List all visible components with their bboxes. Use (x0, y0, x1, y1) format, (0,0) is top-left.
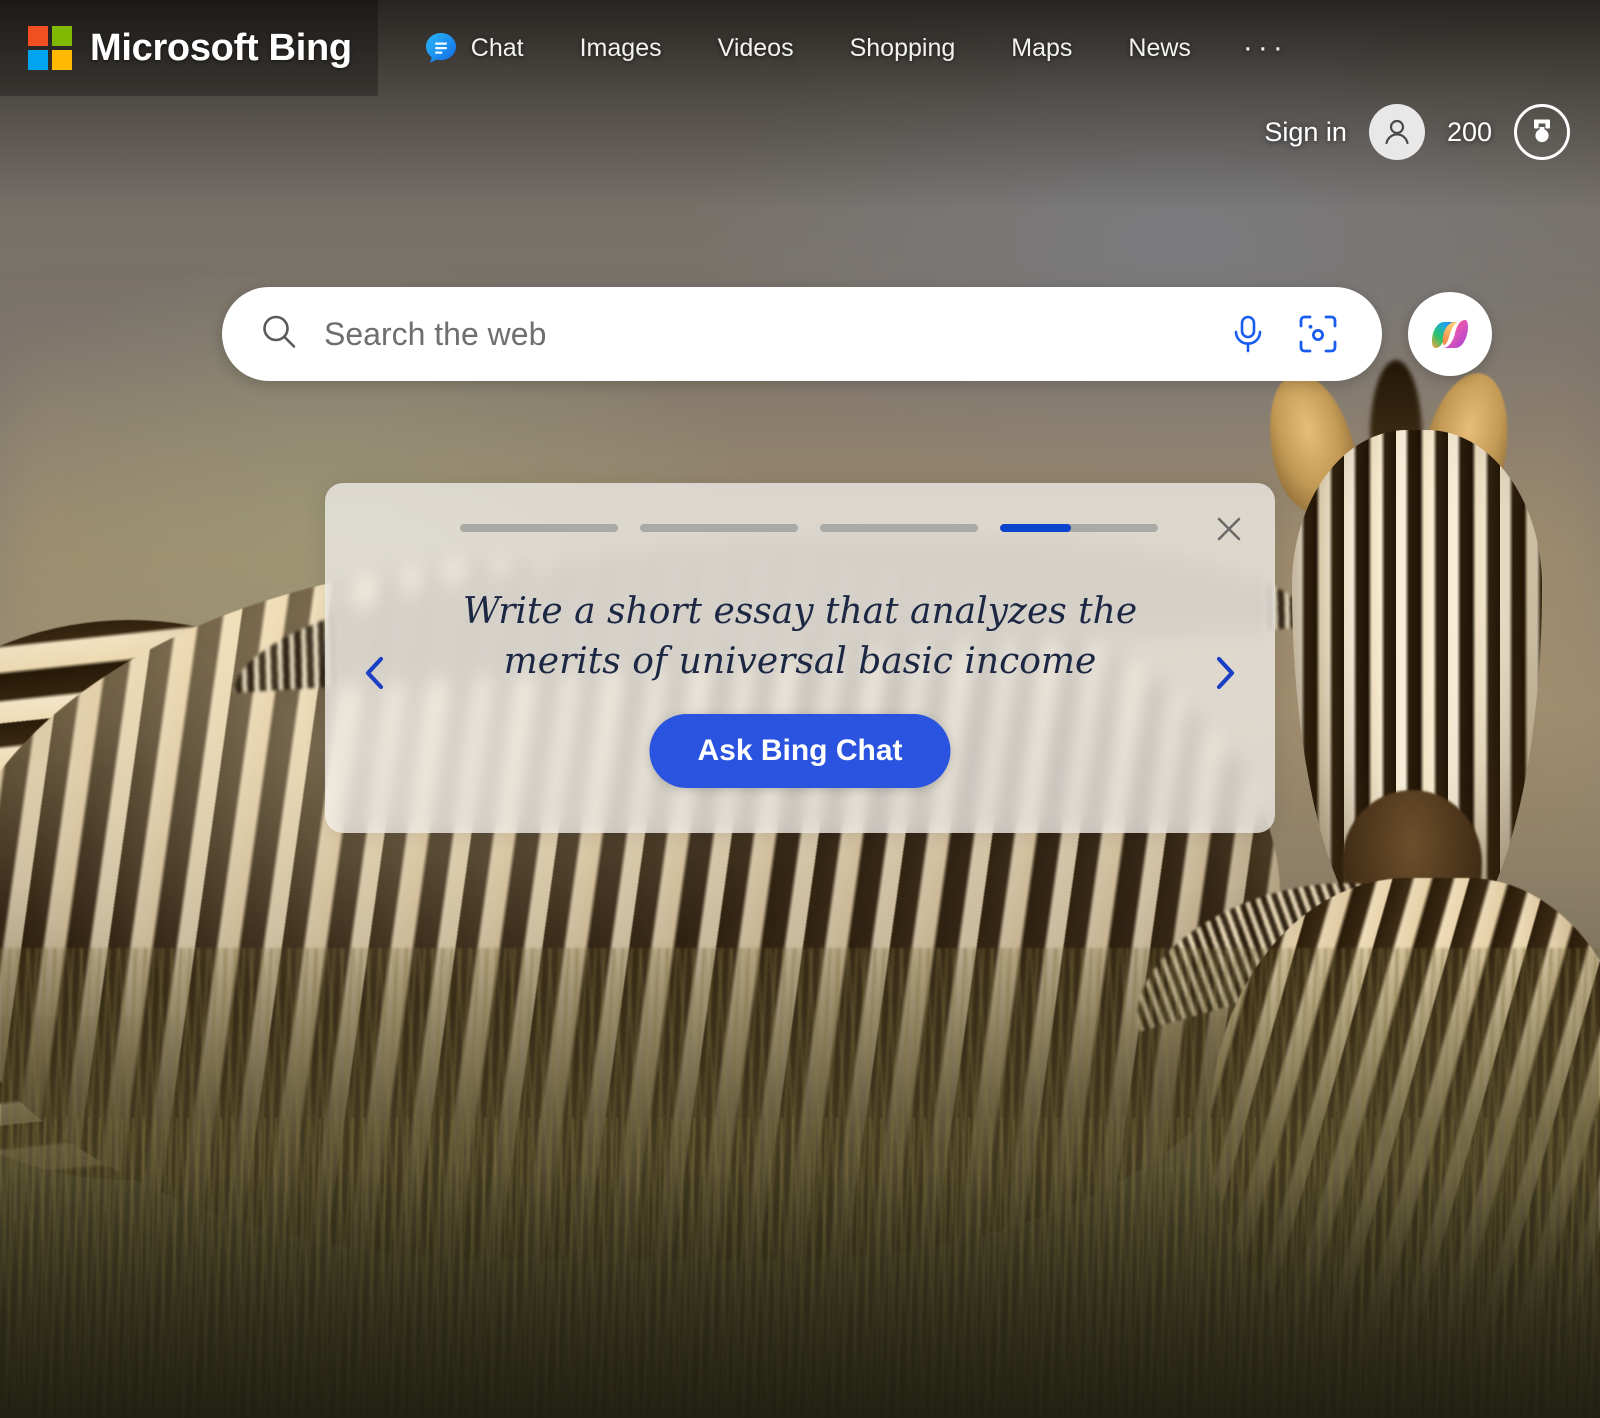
carousel-progress-bar-2[interactable] (640, 524, 798, 532)
close-icon (1214, 514, 1244, 544)
prompt-text: Write a short essay that analyzes the me… (435, 587, 1165, 686)
nav-item-chat[interactable]: Chat (424, 21, 552, 75)
avatar[interactable] (1369, 104, 1425, 160)
primary-navigation: Microsoft Bing (0, 0, 1312, 96)
nav-item-images-label: Images (580, 34, 662, 63)
visual-search-camera-icon[interactable] (1296, 312, 1340, 356)
carousel-progress-bar-4[interactable] (1000, 524, 1158, 532)
nav-item-shopping-label: Shopping (850, 34, 956, 63)
carousel-progress (460, 524, 1158, 532)
carousel-progress-bar-1[interactable] (460, 524, 618, 532)
chat-bubble-icon (424, 31, 458, 65)
nav-item-shopping[interactable]: Shopping (822, 24, 984, 73)
background-grass-shadow (0, 1168, 1600, 1418)
microsoft-logo-icon (28, 26, 72, 70)
nav-item-maps-label: Maps (1011, 34, 1072, 63)
search-area (222, 287, 1492, 381)
nav-item-videos[interactable]: Videos (690, 24, 822, 73)
search-actions (1228, 312, 1352, 356)
copilot-icon (1425, 309, 1475, 359)
prompt-suggestion-card: Write a short essay that analyzes the me… (325, 483, 1275, 833)
brand-name: Microsoft Bing (90, 27, 352, 70)
chevron-left-icon (358, 652, 392, 694)
nav-item-news-label: News (1128, 34, 1191, 63)
copilot-button[interactable] (1408, 292, 1492, 376)
medal-icon (1525, 115, 1559, 149)
nav-links: Chat Images Videos Shopping Maps News ··… (424, 21, 1312, 75)
search-icon (258, 311, 300, 358)
nav-item-chat-label: Chat (471, 34, 524, 63)
nav-item-maps[interactable]: Maps (983, 24, 1100, 73)
rewards-points-count: 200 (1447, 117, 1492, 148)
microphone-icon[interactable] (1228, 312, 1268, 356)
nav-item-images[interactable]: Images (552, 24, 690, 73)
account-area: Sign in 200 (1264, 96, 1570, 168)
close-card-button[interactable] (1211, 511, 1247, 547)
previous-prompt-button[interactable] (353, 651, 397, 695)
site-header: Microsoft Bing (0, 0, 1600, 190)
nav-item-news[interactable]: News (1100, 24, 1219, 73)
bing-logo-link[interactable]: Microsoft Bing (0, 0, 378, 96)
rewards-button[interactable] (1514, 104, 1570, 160)
bing-homepage: Microsoft Bing (0, 0, 1600, 1418)
nav-more-menu-button[interactable]: ··· (1219, 33, 1312, 63)
person-icon (1380, 115, 1414, 149)
chevron-right-icon (1208, 652, 1242, 694)
search-input[interactable] (324, 316, 1228, 353)
search-box[interactable] (222, 287, 1382, 381)
sign-in-link[interactable]: Sign in (1264, 117, 1347, 148)
next-prompt-button[interactable] (1203, 651, 1247, 695)
ask-bing-chat-button[interactable]: Ask Bing Chat (649, 714, 950, 788)
nav-item-videos-label: Videos (718, 34, 794, 63)
carousel-progress-bar-3[interactable] (820, 524, 978, 532)
